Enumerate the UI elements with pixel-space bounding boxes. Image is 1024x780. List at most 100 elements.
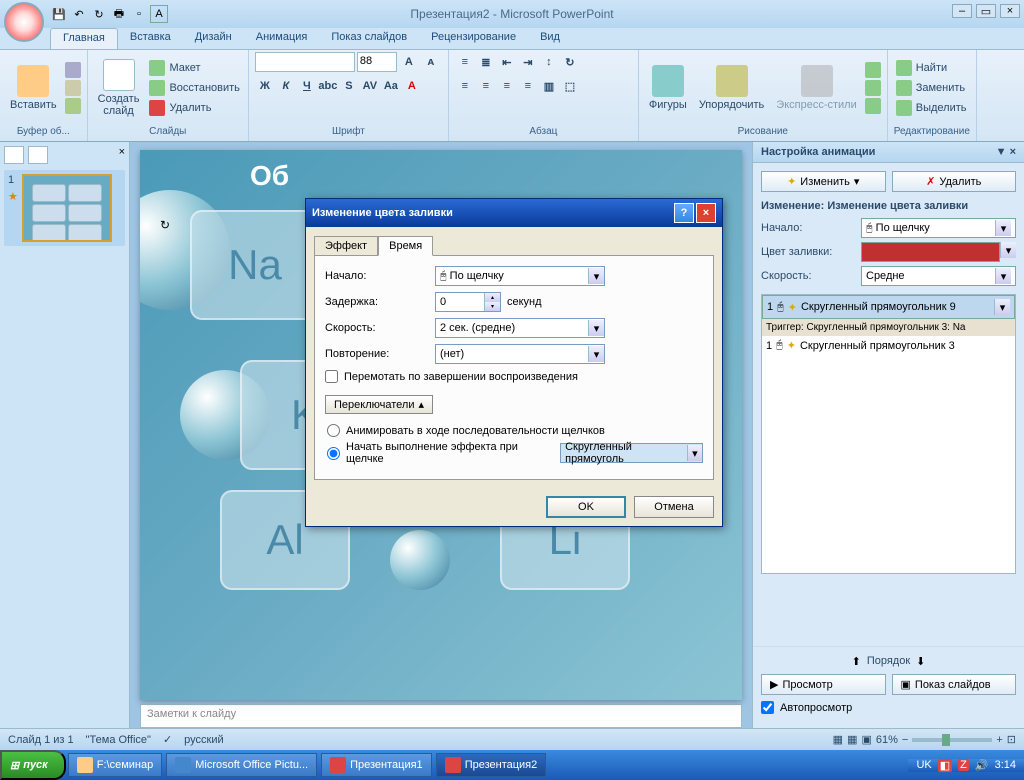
line-spacing-icon[interactable]: ↕ [539, 52, 559, 72]
rewind-checkbox[interactable] [325, 370, 338, 383]
speed-combo[interactable]: Средне▾ [861, 266, 1016, 286]
copy-icon[interactable] [65, 80, 81, 96]
tray-icon[interactable]: ◧ [938, 759, 952, 772]
columns-icon[interactable]: ▥ [539, 76, 559, 96]
dialog-close-button[interactable]: × [696, 203, 716, 223]
zoom-level[interactable]: 61% [876, 734, 898, 746]
grow-font-icon[interactable]: A [399, 52, 419, 72]
reorder-down-icon[interactable]: ⬇ [916, 655, 925, 668]
zoom-slider[interactable] [912, 738, 992, 742]
office-button[interactable] [4, 2, 44, 42]
volume-icon[interactable]: 🔊 [975, 759, 989, 772]
indent-dec-icon[interactable]: ⇤ [497, 52, 517, 72]
redo-icon[interactable]: ↻ [90, 5, 108, 23]
remove-effect-button[interactable]: ✗Удалить [892, 171, 1017, 192]
start-combo[interactable]: 🖰 По щелчку▾ [861, 218, 1016, 238]
arrange-button[interactable]: Упорядочить [695, 63, 768, 113]
align-right-icon[interactable]: ≡ [497, 76, 517, 96]
tab-animation[interactable]: Анимация [244, 28, 320, 49]
paste-button[interactable]: Вставить [6, 63, 61, 113]
task-item-ppt1[interactable]: Презентация1 [321, 753, 432, 777]
text-direction-icon[interactable]: ↻ [560, 52, 580, 72]
ok-button[interactable]: OK [546, 496, 626, 518]
autopreview-checkbox[interactable] [761, 701, 774, 714]
align-center-icon[interactable]: ≡ [476, 76, 496, 96]
language-indicator[interactable]: русский [184, 734, 223, 746]
shape-effects-icon[interactable] [865, 98, 881, 114]
slides-tab-icon[interactable] [4, 146, 24, 164]
view-slideshow-icon[interactable]: ▣ [861, 733, 871, 746]
task-item-ppt2[interactable]: Презентация2 [436, 753, 547, 777]
tab-timing[interactable]: Время [378, 236, 433, 256]
bullets-icon[interactable]: ≡ [455, 52, 475, 72]
tray-icon[interactable]: Z [958, 759, 969, 771]
tile-na[interactable]: Na [190, 210, 320, 320]
spellcheck-icon[interactable]: ✓ [163, 733, 172, 746]
zoom-in-icon[interactable]: + [996, 734, 1002, 746]
slide-1-thumb[interactable] [22, 174, 112, 242]
align-left-icon[interactable]: ≡ [455, 76, 475, 96]
justify-icon[interactable]: ≡ [518, 76, 538, 96]
shapes-button[interactable]: Фигуры [645, 63, 691, 113]
undo-icon[interactable]: ↶ [70, 5, 88, 23]
view-sorter-icon[interactable]: ▦ [847, 733, 857, 746]
clock[interactable]: 3:14 [995, 759, 1016, 771]
fit-icon[interactable]: ⊡ [1007, 733, 1016, 746]
close-pane-icon[interactable]: × [119, 146, 125, 166]
dlg-speed-combo[interactable]: 2 сек. (средне)▾ [435, 318, 605, 338]
dlg-start-combo[interactable]: 🖰 По щелчку▾ [435, 266, 605, 286]
cancel-button[interactable]: Отмена [634, 496, 714, 518]
format-painter-icon[interactable] [65, 98, 81, 114]
new-slide-button[interactable]: Создать слайд [94, 57, 144, 119]
select-button[interactable]: Выделить [894, 99, 969, 117]
maximize-button[interactable]: ▭ [976, 4, 996, 18]
tab-review[interactable]: Рецензирование [419, 28, 528, 49]
language-tray[interactable]: UK [916, 759, 931, 771]
close-button[interactable]: × [1000, 4, 1020, 18]
fill-color-swatch[interactable] [861, 242, 1000, 262]
italic-button[interactable]: К [276, 76, 296, 96]
slideshow-button[interactable]: ▣Показ слайдов [892, 674, 1017, 695]
change-effect-button[interactable]: ✦Изменить ▾ [761, 171, 886, 192]
zoom-out-icon[interactable]: − [902, 734, 908, 746]
view-normal-icon[interactable]: ▦ [833, 733, 843, 746]
dlg-repeat-combo[interactable]: (нет)▾ [435, 344, 605, 364]
find-button[interactable]: Найти [894, 59, 969, 77]
dialog-titlebar[interactable]: Изменение цвета заливки ? × [306, 199, 722, 227]
font-family-combo[interactable] [255, 52, 355, 72]
rotate-handle-icon[interactable]: ↻ [160, 218, 170, 232]
preview-button[interactable]: ▶Просмотр [761, 674, 886, 695]
case-button[interactable]: Aa [381, 76, 401, 96]
minimize-button[interactable]: – [952, 4, 972, 18]
trigger-shape-combo[interactable]: Скругленный прямоуголь▾ [560, 443, 703, 463]
anim-pane-close-icon[interactable]: × [1010, 146, 1016, 158]
start-button[interactable]: ⊞пуск [0, 750, 66, 780]
tab-effect[interactable]: Эффект [314, 236, 378, 256]
delete-slide-button[interactable]: Удалить [147, 99, 241, 117]
shrink-font-icon[interactable]: ᴀ [421, 52, 441, 72]
dialog-help-button[interactable]: ? [674, 203, 694, 223]
underline-button[interactable]: Ч [297, 76, 317, 96]
indent-inc-icon[interactable]: ⇥ [518, 52, 538, 72]
print-icon[interactable]: 🖶 [110, 5, 128, 23]
new-icon[interactable]: ▫ [130, 5, 148, 23]
layout-button[interactable]: Макет [147, 59, 241, 77]
select-icon[interactable]: A [150, 5, 168, 23]
anim-list-item-2[interactable]: 1 🖰 ✦ Скругленный прямоугольник 3 [762, 336, 1015, 355]
radio-on-click[interactable] [327, 447, 340, 460]
strike-button[interactable]: abc [318, 76, 338, 96]
reset-button[interactable]: Восстановить [147, 79, 241, 97]
tab-home[interactable]: Главная [50, 28, 118, 49]
save-icon[interactable]: 💾 [50, 5, 68, 23]
font-color-button[interactable]: A [402, 76, 422, 96]
reorder-up-icon[interactable]: ⬆ [852, 655, 861, 668]
shape-outline-icon[interactable] [865, 80, 881, 96]
anim-list-item-1[interactable]: 1 🖰 ✦ Скругленный прямоугольник 9 ▾ [762, 295, 1015, 319]
radio-sequence[interactable] [327, 424, 340, 437]
outline-tab-icon[interactable] [28, 146, 48, 164]
task-item-explorer[interactable]: F:\семинар [68, 753, 162, 777]
smartart-icon[interactable]: ⬚ [560, 76, 580, 96]
numbering-icon[interactable]: ≣ [476, 52, 496, 72]
dlg-delay-spinner[interactable]: 0▴▾ [435, 292, 501, 312]
tab-view[interactable]: Вид [528, 28, 572, 49]
